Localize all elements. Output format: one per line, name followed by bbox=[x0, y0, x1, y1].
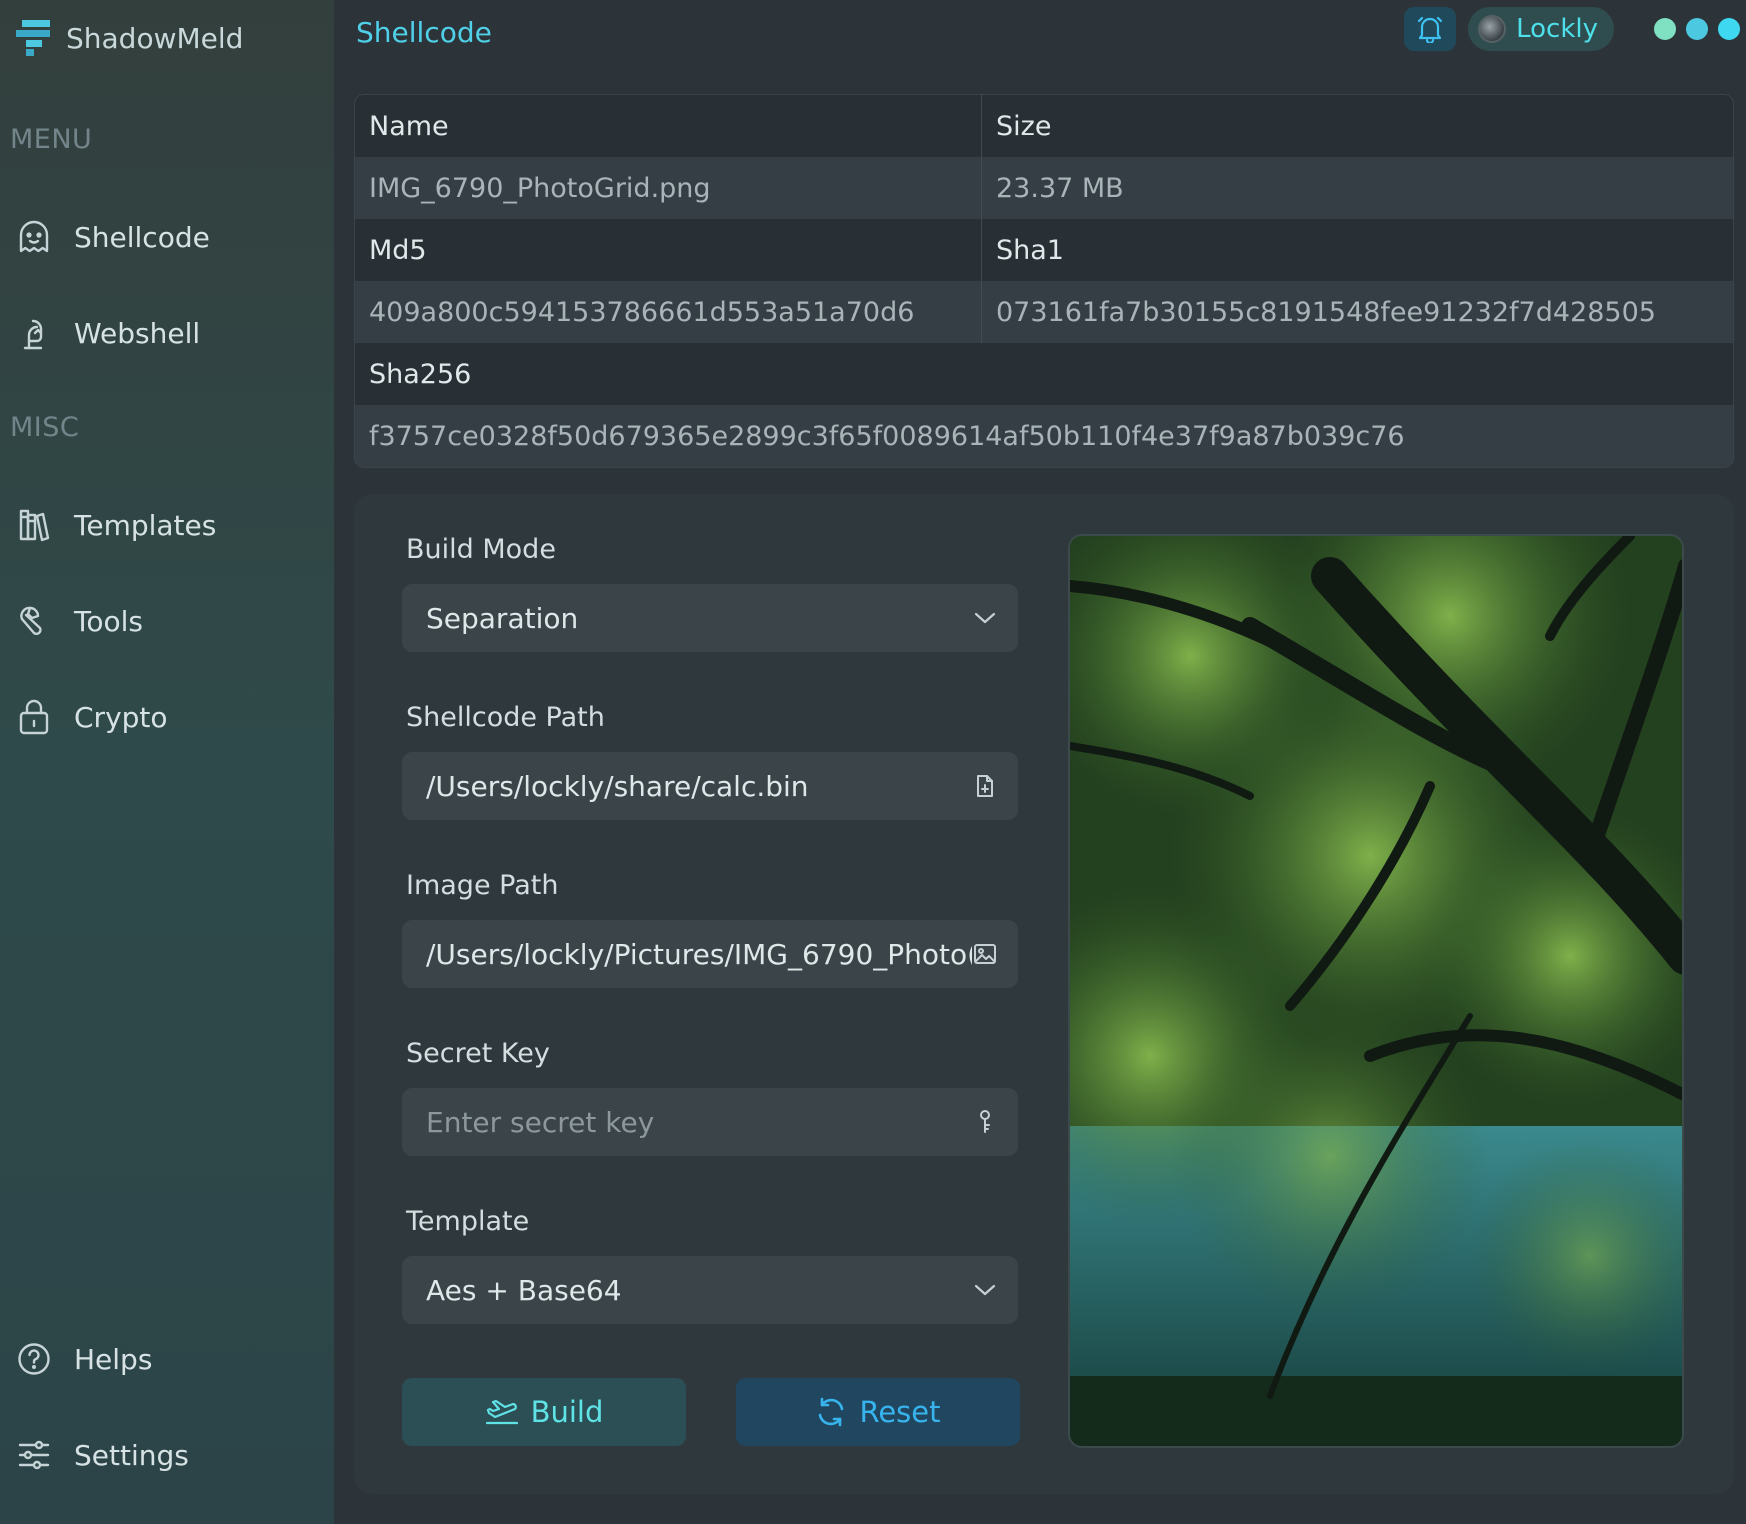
build-button[interactable]: Build bbox=[402, 1378, 686, 1446]
file-icon[interactable] bbox=[972, 773, 998, 799]
sliders-icon bbox=[16, 1437, 52, 1473]
shellcode-path-label: Shellcode Path bbox=[406, 702, 605, 733]
chevron-down-icon bbox=[972, 605, 998, 631]
image-preview bbox=[1068, 534, 1684, 1448]
sidebar-item-templates[interactable]: Templates bbox=[16, 498, 316, 552]
name-header: Name bbox=[355, 95, 982, 157]
sidebar-item-label: Crypto bbox=[74, 700, 168, 734]
misc-section-label: MISC bbox=[10, 412, 80, 443]
sidebar-item-helps[interactable]: Helps bbox=[16, 1332, 316, 1386]
table-row: IMG_6790_PhotoGrid.png 23.37 MB bbox=[355, 157, 1733, 219]
notifications-button[interactable] bbox=[1404, 7, 1457, 51]
sidebar-item-crypto[interactable]: Crypto bbox=[16, 690, 316, 744]
file-info-table: Name Size IMG_6790_PhotoGrid.png 23.37 M… bbox=[354, 94, 1734, 468]
template-select[interactable]: Aes + Base64 bbox=[402, 1256, 1018, 1324]
refresh-icon bbox=[815, 1396, 847, 1428]
shellcode-path-field[interactable]: /Users/lockly/share/calc.bin bbox=[402, 752, 1018, 820]
build-card: Build Mode Separation Shellcode Path /Us… bbox=[354, 494, 1734, 1494]
brand: ShadowMeld bbox=[16, 18, 243, 58]
md5-header: Md5 bbox=[355, 219, 982, 281]
app-name: ShadowMeld bbox=[66, 21, 244, 55]
table-row: 409a800c594153786661d553a51a70d6 073161f… bbox=[355, 281, 1733, 343]
image-path-value: /Users/lockly/Pictures/IMG_6790_Photo( bbox=[426, 937, 972, 971]
user-menu[interactable]: Lockly bbox=[1468, 7, 1614, 51]
sha1-value: 073161fa7b30155c8191548fee91232f7d428505 bbox=[996, 296, 1656, 328]
secret-key-label: Secret Key bbox=[406, 1038, 550, 1069]
ghost-icon bbox=[16, 219, 52, 255]
sha256-value: f3757ce0328f50d679365e2899c3f65f0089614a… bbox=[369, 420, 1405, 452]
sha256-header: Sha256 bbox=[369, 358, 472, 390]
sidebar-item-label: Templates bbox=[74, 508, 217, 542]
window-dot-1[interactable] bbox=[1654, 18, 1676, 40]
reset-button[interactable]: Reset bbox=[736, 1378, 1020, 1446]
books-icon bbox=[16, 507, 52, 543]
window-dot-3[interactable] bbox=[1718, 18, 1740, 40]
table-row: f3757ce0328f50d679365e2899c3f65f0089614a… bbox=[355, 405, 1733, 467]
reset-label: Reset bbox=[859, 1395, 941, 1429]
size-header: Size bbox=[996, 110, 1052, 142]
chevron-down-icon bbox=[972, 1277, 998, 1303]
file-size-value: 23.37 MB bbox=[996, 172, 1124, 204]
template-label: Template bbox=[406, 1206, 530, 1237]
sha1-header: Sha1 bbox=[996, 234, 1064, 266]
page-title: Shellcode bbox=[356, 16, 492, 49]
sidebar-item-shellcode[interactable]: Shellcode bbox=[16, 210, 316, 264]
secret-key-field[interactable] bbox=[402, 1088, 1018, 1156]
md5-value: 409a800c594153786661d553a51a70d6 bbox=[355, 281, 982, 343]
build-mode-label: Build Mode bbox=[406, 534, 556, 565]
tree-landscape-image bbox=[1070, 536, 1682, 1446]
sidebar-item-label: Shellcode bbox=[74, 220, 210, 254]
lock-icon bbox=[16, 699, 52, 735]
sidebar: ShadowMeld MENU Shellcode Webshell MISC bbox=[0, 0, 334, 1524]
template-value: Aes + Base64 bbox=[426, 1273, 622, 1307]
table-row: Name Size bbox=[355, 95, 1733, 157]
sidebar-item-label: Helps bbox=[74, 1342, 153, 1376]
table-row: Sha256 bbox=[355, 343, 1733, 405]
image-icon[interactable] bbox=[972, 941, 998, 967]
help-circle-icon bbox=[16, 1341, 52, 1377]
sidebar-item-label: Tools bbox=[74, 604, 143, 638]
image-path-label: Image Path bbox=[406, 870, 559, 901]
top-bar: Lockly bbox=[1404, 6, 1746, 52]
main-area: Shellcode Lockly Name Size IMG_6790_Phot… bbox=[334, 0, 1746, 1524]
sidebar-item-tools[interactable]: Tools bbox=[16, 594, 316, 648]
sidebar-item-label: Webshell bbox=[74, 316, 201, 350]
window-dot-2[interactable] bbox=[1686, 18, 1708, 40]
build-mode-value: Separation bbox=[426, 601, 579, 635]
sidebar-item-webshell[interactable]: Webshell bbox=[16, 306, 316, 360]
build-label: Build bbox=[530, 1395, 604, 1429]
secret-key-input[interactable] bbox=[426, 1105, 972, 1139]
key-icon bbox=[972, 1109, 998, 1135]
avatar bbox=[1478, 15, 1507, 43]
menu-section-label: MENU bbox=[10, 124, 93, 155]
shellcode-path-value: /Users/lockly/share/calc.bin bbox=[426, 769, 809, 803]
wrench-icon bbox=[16, 603, 52, 639]
user-name: Lockly bbox=[1516, 14, 1598, 44]
bell-icon bbox=[1417, 16, 1443, 43]
sidebar-item-settings[interactable]: Settings bbox=[16, 1428, 316, 1482]
sidebar-item-label: Settings bbox=[74, 1438, 189, 1472]
build-mode-select[interactable]: Separation bbox=[402, 584, 1018, 652]
plane-takeoff-icon bbox=[485, 1397, 519, 1427]
window-controls bbox=[1644, 18, 1740, 40]
file-name-value: IMG_6790_PhotoGrid.png bbox=[355, 157, 982, 219]
image-path-field[interactable]: /Users/lockly/Pictures/IMG_6790_Photo( bbox=[402, 920, 1018, 988]
app-logo-icon bbox=[16, 20, 50, 56]
table-row: Md5 Sha1 bbox=[355, 219, 1733, 281]
webshell-icon bbox=[16, 315, 52, 351]
